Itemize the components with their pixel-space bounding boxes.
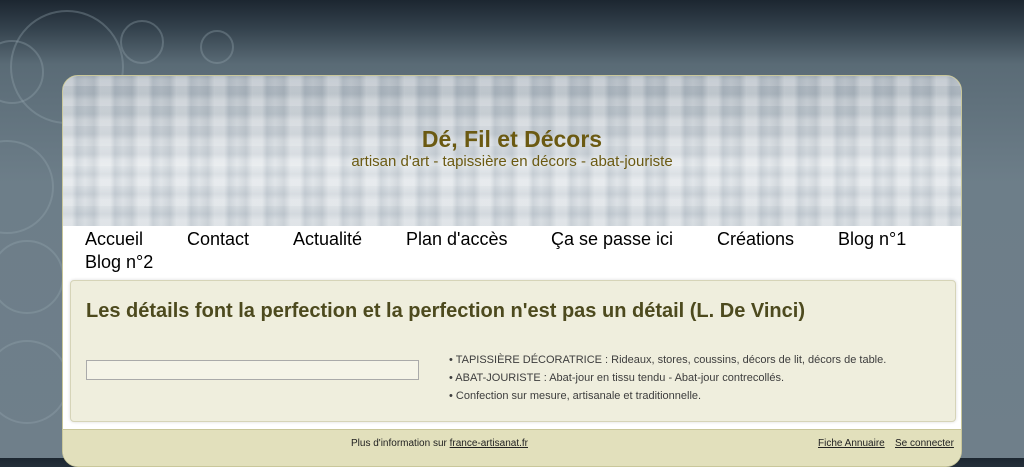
swirl-ornament	[0, 340, 69, 424]
france-artisanat-link[interactable]: france-artisanat.fr	[450, 438, 528, 449]
nav-item-blog-1[interactable]: Blog n°1	[838, 229, 906, 250]
login-link[interactable]: Se connecter	[895, 438, 954, 449]
nav-item-contact[interactable]: Contact	[187, 229, 249, 250]
site-footer: Plus d'information sur france-artisanat.…	[63, 429, 961, 466]
site-header: Dé, Fil et Décors artisan d'art - tapiss…	[63, 76, 961, 226]
nav-item-blog-2[interactable]: Blog n°2	[85, 252, 153, 273]
list-item: • TAPISSIÈRE DÉCORATRICE : Rideaux, stor…	[449, 354, 887, 366]
site-title[interactable]: Dé, Fil et Décors	[63, 126, 961, 153]
list-item: • ABAT-JOURISTE : Abat-jour en tissu ten…	[449, 372, 785, 384]
text-input[interactable]	[86, 360, 419, 380]
swirl-ornament	[0, 240, 64, 314]
fiche-annuaire-link[interactable]: Fiche Annuaire	[818, 438, 885, 449]
footer-info: Plus d'information sur france-artisanat.…	[351, 438, 528, 449]
services-list: • TAPISSIÈRE DÉCORATRICE : Rideaux, stor…	[449, 351, 886, 405]
nav-item-actualite[interactable]: Actualité	[293, 229, 362, 250]
nav-item-plan-acces[interactable]: Plan d'accès	[406, 229, 508, 250]
swirl-ornament	[0, 140, 54, 234]
nav-item-accueil[interactable]: Accueil	[85, 229, 143, 250]
list-item: • Confection sur mesure, artisanale et t…	[449, 390, 702, 402]
nav-item-ca-se-passe-ici[interactable]: Ça se passe ici	[551, 229, 673, 250]
site-subtitle: artisan d'art - tapissière en décors - a…	[351, 153, 673, 170]
page-container: Dé, Fil et Décors artisan d'art - tapiss…	[62, 75, 962, 467]
swirl-ornament	[200, 30, 234, 64]
footer-info-text: Plus d'information sur	[351, 438, 450, 449]
page-heading: Les détails font la perfection et la per…	[86, 300, 805, 322]
nav-item-creations[interactable]: Créations	[717, 229, 794, 250]
main-content: Les détails font la perfection et la per…	[70, 280, 956, 422]
swirl-ornament	[120, 20, 164, 64]
